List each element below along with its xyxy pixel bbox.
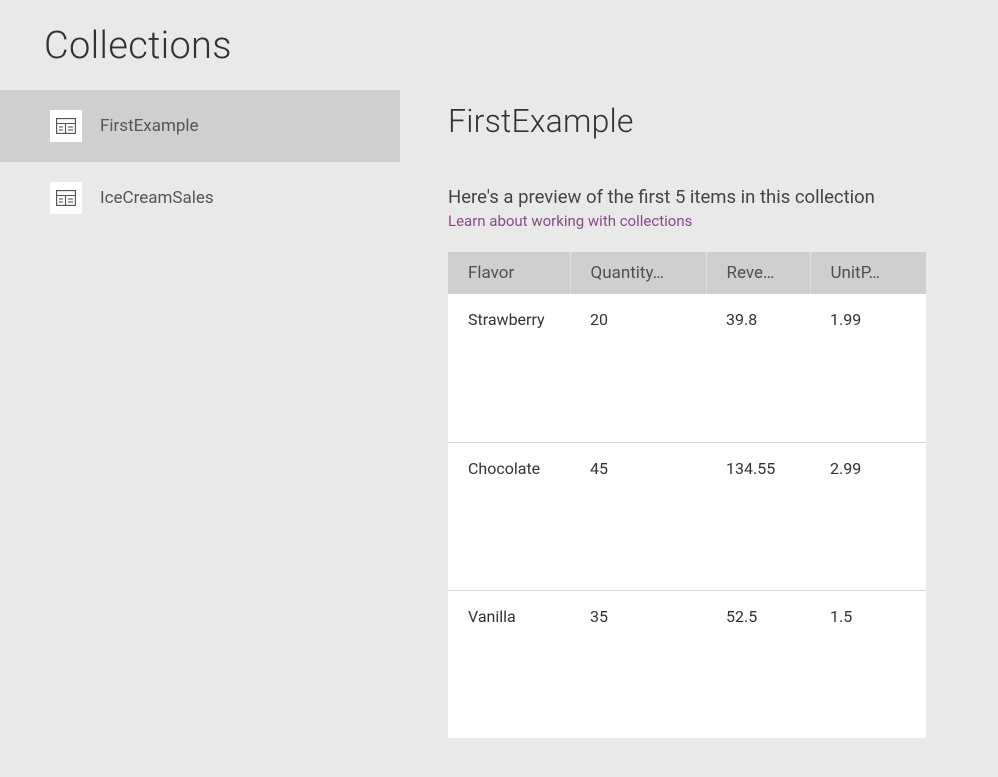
cell-quantity: 35 bbox=[570, 590, 706, 738]
cell-quantity: 20 bbox=[570, 294, 706, 442]
cell-revenue: 52.5 bbox=[706, 590, 810, 738]
collection-icon bbox=[50, 182, 82, 214]
cell-unitprice: 2.99 bbox=[810, 442, 926, 590]
cell-flavor: Chocolate bbox=[448, 442, 570, 590]
table-header-quantity[interactable]: Quantity… bbox=[570, 252, 706, 294]
table-row[interactable]: Strawberry 20 39.8 1.99 bbox=[448, 294, 926, 442]
preview-text: Here's a preview of the first 5 items in… bbox=[448, 186, 958, 208]
cell-revenue: 39.8 bbox=[706, 294, 810, 442]
table-header-flavor[interactable]: Flavor bbox=[448, 252, 570, 294]
table-row[interactable]: Chocolate 45 134.55 2.99 bbox=[448, 442, 926, 590]
cell-flavor: Strawberry bbox=[448, 294, 570, 442]
table-header-revenue[interactable]: Reve… bbox=[706, 252, 810, 294]
sidebar-item-icecreamsales[interactable]: IceCreamSales bbox=[0, 162, 400, 234]
table-header-row: Flavor Quantity… Reve… UnitP… bbox=[448, 252, 926, 294]
sidebar-item-label: IceCreamSales bbox=[100, 188, 214, 208]
sidebar-item-firstexample[interactable]: FirstExample bbox=[0, 90, 400, 162]
sidebar-item-label: FirstExample bbox=[100, 116, 199, 136]
collection-table: Flavor Quantity… Reve… UnitP… Strawberry… bbox=[448, 252, 926, 738]
page-title: Collections bbox=[0, 0, 998, 90]
sidebar: FirstExample IceCreamSales bbox=[0, 90, 400, 777]
learn-link[interactable]: Learn about working with collections bbox=[448, 212, 958, 230]
cell-unitprice: 1.99 bbox=[810, 294, 926, 442]
cell-revenue: 134.55 bbox=[706, 442, 810, 590]
table-header-unitprice[interactable]: UnitP… bbox=[810, 252, 926, 294]
main-panel: FirstExample Here's a preview of the fir… bbox=[400, 90, 998, 777]
cell-unitprice: 1.5 bbox=[810, 590, 926, 738]
table-row[interactable]: Vanilla 35 52.5 1.5 bbox=[448, 590, 926, 738]
cell-quantity: 45 bbox=[570, 442, 706, 590]
collection-icon bbox=[50, 110, 82, 142]
detail-title: FirstExample bbox=[448, 102, 958, 140]
cell-flavor: Vanilla bbox=[448, 590, 570, 738]
